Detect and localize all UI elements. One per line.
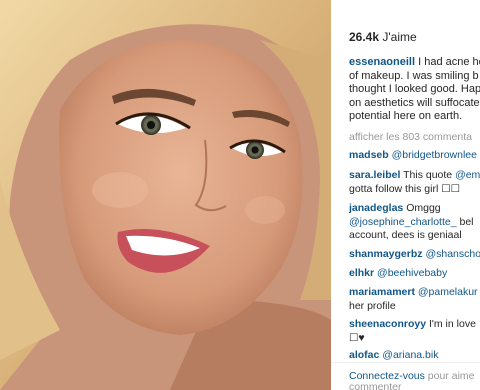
comment-username[interactable]: alofac <box>349 349 379 361</box>
caption-line: thought I looked good. Hap <box>349 83 480 96</box>
caption-line: on aesthetics will suffocate <box>349 96 480 109</box>
comment-item: sara.leibel This quote @em gotta follow … <box>349 169 480 196</box>
post-photo[interactable] <box>0 0 331 390</box>
login-prompt-text: commenter <box>349 381 402 390</box>
comment-item: sheenaconroyy I'm in love ☐♥ <box>349 318 476 345</box>
view-all-comments-link[interactable]: afficher les 803 commenta <box>349 131 472 143</box>
comment-mention[interactable]: @pamelakur <box>418 286 478 298</box>
comment-item: elhkr @beehivebaby <box>349 267 447 281</box>
comment-emoji: ☐♥ <box>349 331 365 344</box>
caption-line: I had acne he <box>418 56 480 68</box>
comment-username[interactable]: sheenaconroyy <box>349 318 426 330</box>
comment-item: mariamamert @pamelakur her profile <box>349 286 478 313</box>
comment-username[interactable]: madseb <box>349 149 389 161</box>
comment-item: shanmaygerbz @shanscho <box>349 248 480 262</box>
comment-text: her profile <box>349 299 396 312</box>
comment-text: gotta follow this girl ☐☐ <box>349 182 461 195</box>
comment-mention[interactable]: @bridgetbrownlee <box>392 149 477 161</box>
comment-mention[interactable]: @josephine_charlotte_ <box>349 216 457 228</box>
comment-username[interactable]: janadeglas <box>349 202 403 214</box>
comment-text: I'm in love <box>428 318 476 330</box>
caption-username[interactable]: essenaoneill <box>349 56 415 68</box>
comment-item: alofac @ariana.bik <box>349 349 438 363</box>
comment-username[interactable]: sara.leibel <box>349 169 400 181</box>
selfie-image <box>0 0 331 390</box>
like-count[interactable]: 26.4k J'aime <box>349 30 417 44</box>
login-prompt-text: pour aime <box>424 370 475 382</box>
comment-item: janadeglas Omggg @josephine_charlotte_ b… <box>349 202 474 243</box>
comment-text: bel <box>456 215 474 228</box>
comment-text: Omggg <box>406 202 441 214</box>
comment-username[interactable]: elhkr <box>349 267 374 279</box>
comment-mention[interactable]: @beehivebaby <box>377 267 447 279</box>
comment-mention[interactable]: @shanscho <box>425 248 480 260</box>
like-count-value: 26.4k <box>349 30 380 44</box>
comments-panel: 26.4k J'aime essenaoneill I had acne he … <box>331 0 480 390</box>
like-count-suffix: J'aime <box>379 30 417 44</box>
caption-line: potential here on earth. <box>349 110 463 123</box>
comment-text: account, dees is geniaal <box>349 229 462 241</box>
comment-text: This quote <box>403 169 453 181</box>
post-caption: essenaoneill I had acne he of makeup. I … <box>349 56 480 124</box>
comment-mention[interactable]: @em <box>455 169 480 181</box>
comment-item: madseb @bridgetbrownlee <box>349 149 477 163</box>
instagram-post: 26.4k J'aime essenaoneill I had acne he … <box>0 0 480 390</box>
comment-mention[interactable]: @ariana.bik <box>382 349 438 361</box>
login-prompt: Connectez-vous pour aime commenter <box>331 362 480 390</box>
comment-username[interactable]: shanmaygerbz <box>349 248 423 260</box>
caption-line: of makeup. I was smiling b <box>349 69 479 82</box>
comment-username[interactable]: mariamamert <box>349 286 415 298</box>
